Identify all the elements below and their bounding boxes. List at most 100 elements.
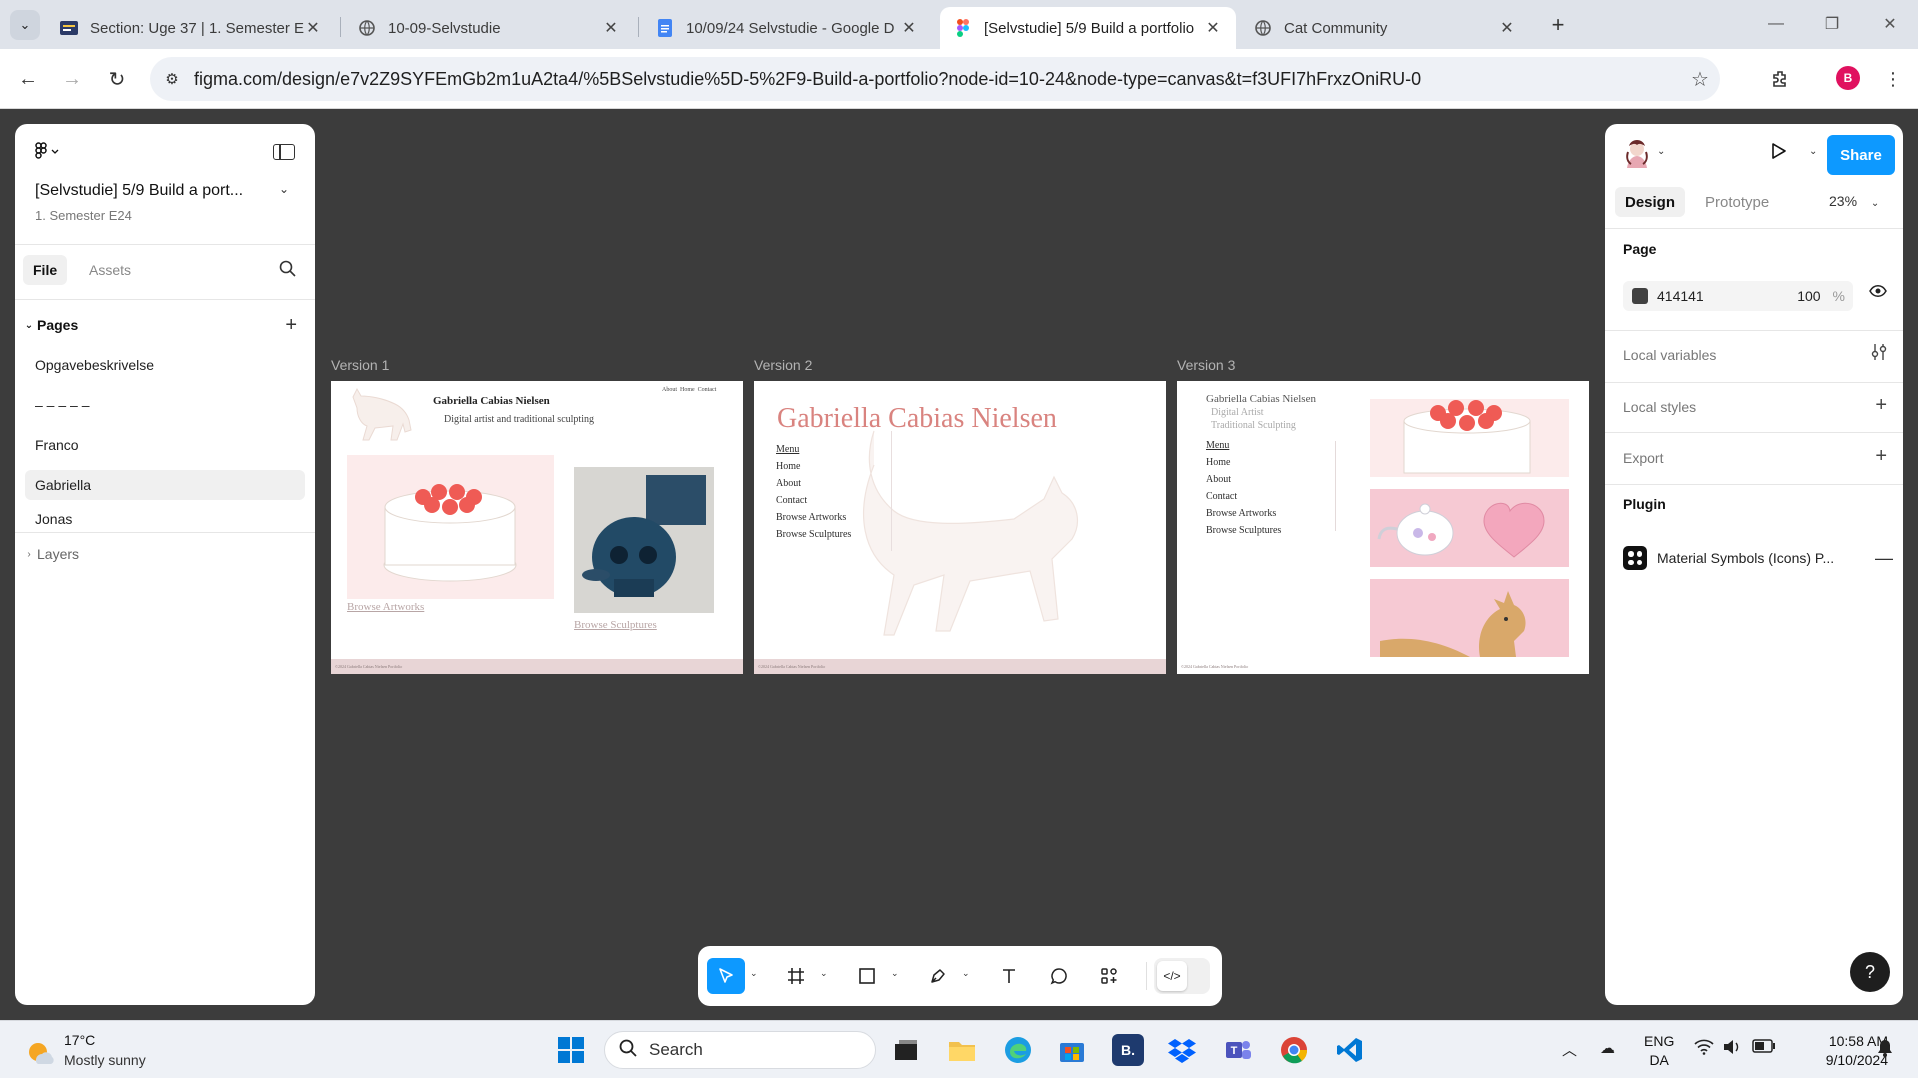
search-icon[interactable]: [279, 260, 296, 282]
chevron-down-icon[interactable]: ⌄: [1657, 146, 1665, 157]
browser-tab-section[interactable]: Section: Uge 37 | 1. Semester E2 ✕: [46, 7, 336, 49]
file-title[interactable]: [Selvstudie] 5/9 Build a port...: [35, 182, 243, 200]
frame-version-1[interactable]: Gabriella Cabias Nielsen Digital artist …: [331, 381, 743, 674]
remove-plugin-button[interactable]: —: [1875, 548, 1893, 569]
language-indicator[interactable]: ENG DA: [1644, 1032, 1674, 1070]
present-play-icon[interactable]: [1771, 142, 1787, 165]
rectangle-tool-icon[interactable]: [848, 958, 886, 994]
microsoft-store-icon[interactable]: [1056, 1034, 1088, 1066]
text-tool-icon[interactable]: [990, 958, 1028, 994]
add-export-button[interactable]: +: [1875, 445, 1887, 468]
chevron-down-icon[interactable]: ⌄: [962, 968, 970, 979]
more-menu-icon[interactable]: ⋮: [1877, 63, 1909, 95]
restore-button[interactable]: ❐: [1812, 8, 1852, 40]
cloud-sync-icon[interactable]: ☁: [1600, 1039, 1615, 1057]
chevron-down-icon[interactable]: ⌄: [820, 968, 828, 979]
edge-icon[interactable]: [1002, 1034, 1034, 1066]
bookmark-star-icon[interactable]: ☆: [1680, 67, 1720, 92]
close-tab-icon[interactable]: ✕: [900, 18, 918, 38]
vscode-icon[interactable]: [1334, 1034, 1366, 1066]
close-tab-icon[interactable]: ✕: [1498, 18, 1516, 38]
frame-label[interactable]: Version 3: [1177, 357, 1235, 373]
notification-bell-icon[interactable]: [1877, 1039, 1893, 1061]
browser-tab-figma[interactable]: [Selvstudie] 5/9 Build a portfolio ✕: [940, 7, 1236, 49]
help-button[interactable]: ?: [1850, 952, 1890, 992]
resources-tool-icon[interactable]: [1090, 958, 1128, 994]
page-background-field[interactable]: 414141 100 %: [1623, 281, 1853, 311]
add-page-button[interactable]: +: [285, 314, 297, 337]
toggle-sidebar-icon[interactable]: [273, 144, 295, 160]
chrome-icon[interactable]: [1278, 1034, 1310, 1066]
system-clock[interactable]: 10:58 AM 9/10/2024: [1786, 1032, 1888, 1070]
page-item[interactable]: Opgavebeskrivelse: [25, 350, 305, 380]
frame-version-2[interactable]: Gabriella Cabias Nielsen Menu Home About…: [754, 381, 1166, 674]
task-view-icon[interactable]: [890, 1034, 922, 1066]
file-explorer-icon[interactable]: [946, 1034, 978, 1066]
battery-icon[interactable]: [1752, 1039, 1776, 1057]
page-item-divider[interactable]: – – – – –: [25, 390, 305, 420]
windows-start-icon[interactable]: [555, 1034, 587, 1066]
eye-icon[interactable]: [1869, 284, 1887, 302]
extensions-icon[interactable]: [1765, 63, 1797, 95]
new-tab-button[interactable]: +: [1543, 10, 1573, 40]
site-settings-icon[interactable]: ⚙: [150, 70, 194, 88]
zoom-level-dropdown[interactable]: 23% ⌄: [1829, 193, 1879, 209]
add-style-button[interactable]: +: [1875, 394, 1887, 417]
tab-assets[interactable]: Assets: [79, 255, 141, 285]
page-item-selected[interactable]: Gabriella: [25, 470, 305, 500]
weather-sun-icon[interactable]: [26, 1038, 54, 1066]
taskbar-search[interactable]: Search: [604, 1031, 876, 1069]
weather-description[interactable]: Mostly sunny: [64, 1052, 146, 1068]
teams-icon[interactable]: T: [1222, 1034, 1254, 1066]
browser-tab-google-docs[interactable]: 10/09/24 Selvstudie - Google D ✕: [642, 7, 932, 49]
chevron-down-icon[interactable]: ⌄: [1809, 146, 1817, 157]
page-item[interactable]: Jonas: [25, 506, 305, 532]
share-button[interactable]: Share: [1827, 135, 1895, 175]
chevron-up-icon[interactable]: ︿: [1562, 1039, 1577, 1060]
chevron-down-icon[interactable]: ⌄: [279, 182, 289, 196]
close-tab-icon[interactable]: ✕: [1204, 18, 1222, 38]
frame-label[interactable]: Version 2: [754, 357, 812, 373]
chevron-down-icon[interactable]: ⌄: [750, 968, 758, 979]
volume-icon[interactable]: [1722, 1039, 1742, 1059]
pages-section-header[interactable]: ⌄ Pages +: [21, 310, 309, 340]
move-tool-icon[interactable]: [707, 958, 745, 994]
page-opacity-field[interactable]: 100 %: [1797, 288, 1845, 304]
tab-design[interactable]: Design: [1615, 187, 1686, 217]
close-tab-icon[interactable]: ✕: [304, 18, 322, 38]
minimize-button[interactable]: —: [1756, 8, 1796, 40]
browser-tab-cat-community[interactable]: Cat Community ✕: [1240, 7, 1530, 49]
user-avatar[interactable]: [1623, 138, 1651, 168]
chevron-down-icon[interactable]: ⌄: [891, 968, 899, 979]
plugin-item[interactable]: Material Symbols (Icons) P... —: [1623, 544, 1893, 572]
back-button[interactable]: ←: [12, 63, 44, 95]
browser-tab-selvstudie[interactable]: 10-09-Selvstudie ✕: [344, 7, 634, 49]
local-styles-label[interactable]: Local styles: [1623, 399, 1696, 415]
weather-temperature[interactable]: 17°C: [64, 1032, 95, 1048]
frame-tool-icon[interactable]: [777, 958, 815, 994]
dropbox-icon[interactable]: [1166, 1034, 1198, 1066]
export-label[interactable]: Export: [1623, 450, 1663, 466]
page-item[interactable]: Franco: [25, 430, 305, 460]
comment-tool-icon[interactable]: [1040, 958, 1078, 994]
tab-search-button[interactable]: ⌄: [10, 10, 40, 40]
pen-tool-icon[interactable]: [919, 958, 957, 994]
wifi-icon[interactable]: [1694, 1039, 1714, 1059]
forward-button[interactable]: →: [56, 63, 88, 95]
page-color-hex[interactable]: 414141: [1657, 288, 1704, 304]
address-bar[interactable]: ⚙ figma.com/design/e7v2Z9SYFEmGb2m1uA2ta…: [150, 57, 1720, 101]
tab-prototype[interactable]: Prototype: [1695, 187, 1779, 217]
bookmaker-b-icon[interactable]: B.: [1112, 1034, 1144, 1066]
dev-mode-toggle[interactable]: </>: [1154, 958, 1210, 994]
frame-label[interactable]: Version 1: [331, 357, 389, 373]
reload-button[interactable]: ↻: [101, 63, 133, 95]
figma-menu-icon[interactable]: [35, 142, 61, 165]
local-variables-label[interactable]: Local variables: [1623, 347, 1716, 363]
sliders-icon[interactable]: [1871, 343, 1887, 365]
layers-section-header[interactable]: › Layers: [21, 542, 79, 566]
close-tab-icon[interactable]: ✕: [602, 18, 620, 38]
color-swatch[interactable]: [1632, 288, 1648, 304]
close-window-button[interactable]: ✕: [1870, 8, 1910, 40]
frame-version-3[interactable]: Gabriella Cabias Nielsen Digital Artist …: [1177, 381, 1589, 674]
profile-avatar[interactable]: B: [1836, 66, 1860, 90]
